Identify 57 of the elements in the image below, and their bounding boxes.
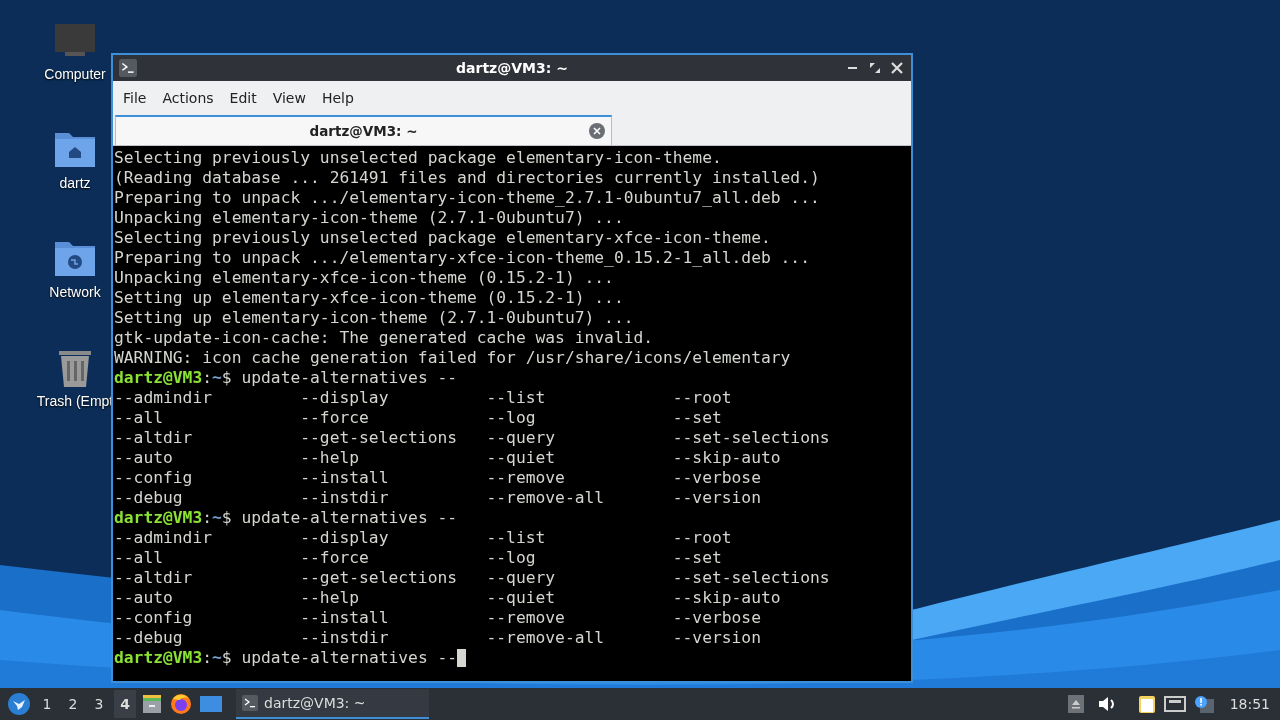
- menu-item[interactable]: Actions: [154, 89, 222, 106]
- menu-item[interactable]: File: [115, 89, 155, 106]
- prompt-path: ~: [212, 508, 222, 528]
- desktop-icon-label[interactable]: dartz: [59, 175, 91, 191]
- prompt-separator: :: [202, 648, 213, 668]
- terminal-output-line: Selecting previously unselected package elementary-xfce-icon-theme.: [114, 228, 771, 248]
- terminal-output-line: --auto --help --quiet --skip-auto: [114, 448, 781, 468]
- prompt-command: $ update-alternatives --: [221, 368, 458, 388]
- terminal-output-line: Preparing to unpack .../elementary-xfce-icon-theme_0.15.2-1_all.deb ...: [114, 248, 810, 268]
- close-icon[interactable]: [891, 62, 903, 74]
- task-button[interactable]: dartz@VM3: ~: [236, 689, 429, 719]
- prompt-path: ~: [212, 648, 222, 668]
- terminal-output-line: --altdir --get-selections --query --set-selections: [114, 428, 830, 448]
- terminal-output-line: --debug --instdir --remove-all --version: [114, 488, 761, 508]
- workspace-button[interactable]: 2: [62, 690, 84, 718]
- terminal-output-line: Unpacking elementary-xfce-icon-theme (0.15.2-1) ...: [114, 268, 614, 288]
- terminal-output-line: --altdir --get-selections --query --set-selections: [114, 568, 830, 588]
- prompt-path: ~: [212, 368, 222, 388]
- prompt-user: dartz@VM3: [114, 368, 203, 388]
- terminal-output-line: --admindir --display --list --root: [114, 528, 732, 548]
- terminal-output-line: --auto --help --quiet --skip-auto: [114, 588, 781, 608]
- workspace-button[interactable]: 4: [114, 690, 136, 718]
- prompt-command: $ update-alternatives --: [221, 508, 458, 528]
- prompt-separator: :: [202, 508, 213, 528]
- terminal-output-line: --config --install --remove --verbose: [114, 608, 761, 628]
- terminal-output-line: gtk-update-icon-cache: The generated cache was invalid.: [114, 328, 654, 348]
- text-cursor: [457, 649, 467, 667]
- terminal-output-line: (Reading database ... 261491 files and directories currently installed.): [114, 168, 820, 188]
- prompt-user: dartz@VM3: [114, 648, 203, 668]
- prompt-separator: :: [202, 368, 213, 388]
- terminal-output-line: Setting up elementary-icon-theme (2.7.1-0ubuntu7) ...: [114, 308, 634, 328]
- menu-item[interactable]: View: [264, 89, 314, 106]
- terminal-output-line: Preparing to unpack .../elementary-icon-theme_2.7.1-0ubuntu7_all.deb ...: [114, 188, 820, 208]
- menu-item[interactable]: Help: [313, 89, 362, 106]
- terminal-output-line: --all --force --log --set: [114, 548, 722, 568]
- close-tab-icon[interactable]: [589, 123, 605, 139]
- window-title: dartz@VM3: ~: [455, 60, 569, 76]
- menu-item[interactable]: Edit: [221, 89, 265, 106]
- workspace-button[interactable]: 3: [88, 690, 110, 718]
- terminal-icon: [242, 695, 258, 711]
- workspace-button[interactable]: 1: [36, 690, 58, 718]
- desktop-icon-label[interactable]: Computer: [44, 66, 106, 82]
- terminal-tab[interactable]: dartz@VM3: ~: [115, 115, 612, 145]
- terminal-output-line: --all --force --log --set: [114, 408, 722, 428]
- terminal-output-line: --config --install --remove --verbose: [114, 468, 761, 488]
- terminal-icon: [119, 59, 137, 77]
- desktop-icon-label[interactable]: Network: [49, 284, 101, 300]
- prompt-command: $ update-alternatives --: [221, 648, 458, 668]
- prompt-user: dartz@VM3: [114, 508, 203, 528]
- terminal-output-line: --debug --instdir --remove-all --version: [114, 628, 761, 648]
- clock[interactable]: 18:51: [1229, 696, 1270, 712]
- maximize-icon[interactable]: [869, 62, 881, 74]
- terminal-output-line: Setting up elementary-xfce-icon-theme (0.15.2-1) ...: [114, 288, 624, 308]
- terminal-output-line: Unpacking elementary-icon-theme (2.7.1-0ubuntu7) ...: [114, 208, 624, 228]
- terminal-output-line: --admindir --display --list --root: [114, 388, 732, 408]
- terminal-output-line: Selecting previously unselected package elementary-icon-theme.: [114, 148, 722, 168]
- terminal-output-line: WARNING: icon cache generation failed for /usr/share/icons/elementary: [114, 348, 791, 368]
